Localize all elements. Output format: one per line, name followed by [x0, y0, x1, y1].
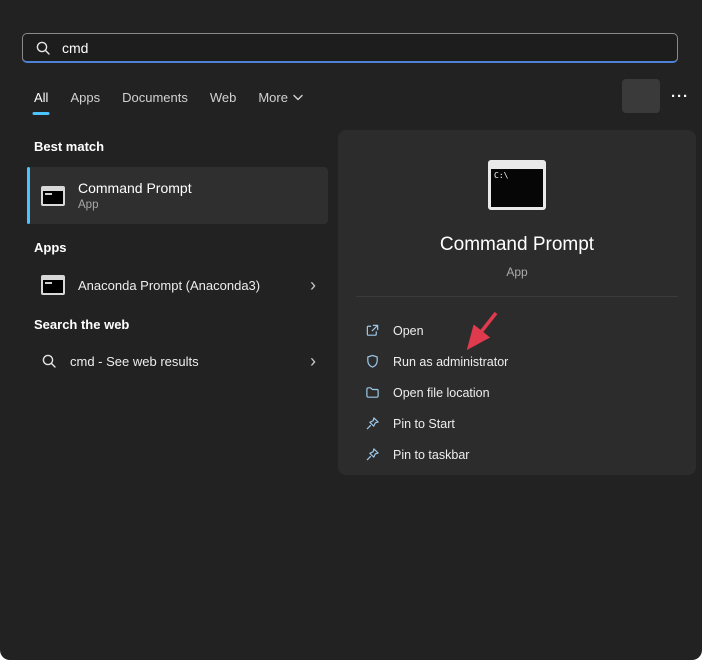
search-query: cmd [62, 40, 88, 56]
windows-search: cmd All Apps Documents Web More [0, 0, 720, 670]
command-prompt-icon-large: C:\ [488, 160, 546, 210]
preview-pane: C:\ Command Prompt App Open [338, 130, 696, 475]
section-heading-apps: Apps [34, 240, 67, 255]
action-open[interactable]: Open [338, 315, 696, 346]
toolbar-button-backplate [622, 79, 660, 113]
result-web-search[interactable]: cmd - See web results › [27, 339, 328, 383]
tab-more[interactable]: More [258, 90, 303, 115]
shield-icon [365, 354, 380, 369]
divider [356, 296, 678, 297]
tab-apps[interactable]: Apps [70, 90, 100, 115]
search-flyout: cmd All Apps Documents Web More [0, 0, 702, 660]
chevron-down-icon [293, 94, 303, 101]
tab-web[interactable]: Web [210, 90, 237, 115]
action-open-file-location[interactable]: Open file location [338, 377, 696, 408]
more-options-button[interactable]: ··· [664, 86, 696, 108]
section-heading-search-the-web: Search the web [34, 317, 129, 332]
action-run-as-administrator[interactable]: Run as administrator [338, 346, 696, 377]
search-icon [41, 353, 57, 369]
result-label: Anaconda Prompt (Anaconda3) [78, 278, 260, 293]
result-anaconda-prompt[interactable]: Anaconda Prompt (Anaconda3) › [27, 263, 328, 307]
action-list: Open Run as administrator Open file loca… [338, 315, 696, 470]
tab-all[interactable]: All [34, 90, 48, 115]
action-pin-to-start[interactable]: Pin to Start [338, 408, 696, 439]
chevron-right-icon[interactable]: › [310, 352, 316, 370]
search-icon [35, 40, 51, 56]
result-label: cmd - See web results [70, 354, 199, 369]
preview-title: Command Prompt [440, 234, 594, 256]
section-heading-best-match: Best match [34, 139, 104, 154]
search-input[interactable]: cmd [22, 33, 678, 63]
pin-icon [365, 447, 380, 462]
action-pin-to-taskbar[interactable]: Pin to taskbar [338, 439, 696, 470]
result-command-prompt[interactable]: Command Prompt App [27, 167, 328, 224]
search-filter-tabs: All Apps Documents Web More [34, 90, 303, 115]
selection-accent-bar [27, 167, 30, 224]
anaconda-prompt-icon [41, 275, 65, 295]
tab-documents[interactable]: Documents [122, 90, 188, 115]
result-subtitle: App [78, 199, 192, 211]
result-title: Command Prompt [78, 180, 192, 197]
open-icon [365, 323, 380, 338]
pin-icon [365, 416, 380, 431]
preview-subtitle: App [506, 265, 527, 279]
annotation-arrow [458, 310, 508, 358]
chevron-right-icon[interactable]: › [310, 276, 316, 294]
command-prompt-icon [41, 186, 65, 206]
folder-icon [365, 385, 380, 400]
cmd-prompt-text: C:\ [494, 171, 508, 180]
